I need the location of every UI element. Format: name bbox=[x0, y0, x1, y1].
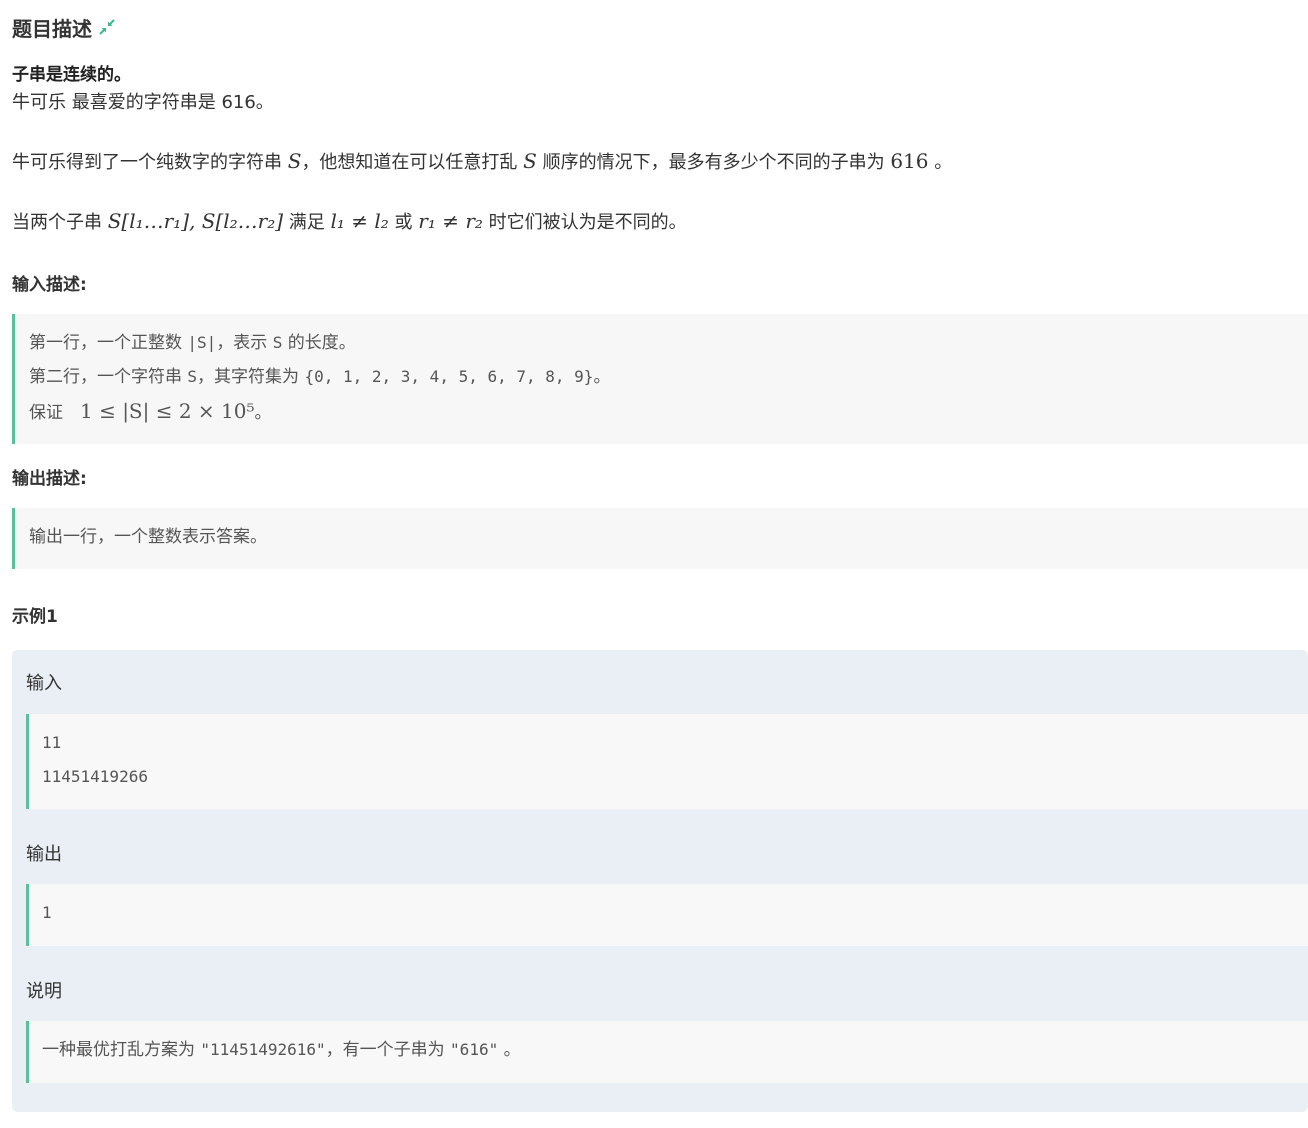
example-output-label: 输出 bbox=[26, 844, 62, 865]
math-l-neq: l₁ ≠ l₂ bbox=[330, 209, 389, 233]
page-title: 题目描述 bbox=[12, 16, 92, 41]
output-description-block: 输出一行，一个整数表示答案。 bbox=[12, 508, 1308, 569]
input-line2-post: 。 bbox=[593, 367, 611, 387]
desc-line-2: 牛可乐得到了一个纯数字的字符串 S，他想知道在可以任意打乱 S 顺序的情况下，最… bbox=[12, 148, 952, 174]
input-line-1: 第一行，一个正整数 |S|，表示 S 的长度。 bbox=[29, 326, 1308, 360]
example-input-line: 11 bbox=[42, 733, 62, 752]
input-line1-mid: ，表示 bbox=[216, 333, 273, 353]
example-output-code[interactable]: 1 bbox=[26, 884, 1308, 946]
explain-code-arrangement: "11451492616" bbox=[200, 1040, 326, 1059]
collapse-arrows-icon[interactable] bbox=[98, 18, 116, 36]
input-line2-charset: {0, 1, 2, 3, 4, 5, 6, 7, 8, 9} bbox=[304, 367, 594, 386]
input-line1-post: 的长度。 bbox=[282, 333, 356, 353]
math-r-neq: r₁ ≠ r₂ bbox=[418, 209, 483, 233]
explain-pre: 一种最优打乱方案为 bbox=[42, 1040, 201, 1060]
example-input-code[interactable]: 11 11451419266 bbox=[26, 714, 1308, 809]
input-line-3: 保证 1 ≤ |S| ≤ 2 × 10⁵。 bbox=[29, 394, 1308, 428]
example-explain-label: 说明 bbox=[26, 981, 62, 1002]
input-line1-pre: 第一行，一个正整数 bbox=[29, 333, 188, 353]
math-var-s-2: S bbox=[523, 149, 537, 173]
desc-line2-pre: 牛可乐得到了一个纯数字的字符串 bbox=[12, 152, 288, 173]
example-input-line: 11451419266 bbox=[42, 767, 148, 786]
output-line-1: 输出一行，一个整数表示答案。 bbox=[29, 527, 267, 547]
input-line2-pre: 第二行，一个字符串 bbox=[29, 367, 188, 387]
example-heading: 示例1 bbox=[12, 607, 58, 627]
example-output-line: 1 bbox=[42, 903, 52, 922]
desc-line3-mid1: 满足 bbox=[283, 212, 331, 233]
input-line3-post: 。 bbox=[254, 403, 272, 423]
desc-line3-pre: 当两个子串 bbox=[12, 212, 108, 233]
input-heading: 输入描述: bbox=[12, 275, 87, 295]
example-explanation-line: 一种最优打乱方案为 "11451492616"，有一个子串为 "616" 。 bbox=[42, 1033, 1308, 1067]
input-line1-code-length: |S| bbox=[187, 333, 217, 352]
output-heading: 输出描述: bbox=[12, 469, 87, 489]
desc-line-3: 当两个子串 S[l₁…r₁], S[l₂…r₂] 满足 l₁ ≠ l₂ 或 r₁… bbox=[12, 208, 687, 234]
input-line-2: 第二行，一个字符串 S，其字符集为 {0, 1, 2, 3, 4, 5, 6, … bbox=[29, 360, 1308, 394]
note-substring-continuous: 子串是连续的。 bbox=[12, 65, 131, 85]
math-num-616: 616 bbox=[890, 149, 929, 173]
desc-line2-end: 。 bbox=[928, 152, 953, 173]
desc-line-1: 牛可乐 最喜爱的字符串是 616。 bbox=[12, 92, 274, 113]
input-line1-code-s: S bbox=[272, 333, 283, 352]
example-explanation: 一种最优打乱方案为 "11451492616"，有一个子串为 "616" 。 bbox=[26, 1021, 1308, 1083]
input-description-block: 第一行，一个正整数 |S|，表示 S 的长度。 第二行，一个字符串 S，其字符集… bbox=[12, 314, 1308, 444]
title-row: 题目描述 bbox=[12, 12, 116, 42]
explain-mid: ，有一个子串为 bbox=[325, 1040, 451, 1060]
math-substrings: S[l₁…r₁], S[l₂…r₂] bbox=[107, 209, 284, 233]
example-input-label: 输入 bbox=[26, 673, 62, 694]
explain-code-616: "616" bbox=[450, 1040, 499, 1059]
desc-line2-mid: ，他想知道在可以任意打乱 bbox=[301, 152, 524, 173]
input-constraint-math: 1 ≤ |S| ≤ 2 × 10⁵ bbox=[80, 399, 255, 423]
desc-line3-post: 时它们被认为是不同的。 bbox=[482, 212, 687, 233]
desc-line3-mid2: 或 bbox=[388, 212, 419, 233]
desc-line2-post: 顺序的情况下，最多有多少个不同的子串为 bbox=[536, 152, 891, 173]
math-var-s: S bbox=[287, 149, 302, 173]
input-line2-mid: ，其字符集为 bbox=[197, 367, 305, 387]
explain-post: 。 bbox=[498, 1040, 521, 1060]
input-line2-code-s: S bbox=[187, 367, 198, 386]
input-line3-pre: 保证 bbox=[29, 403, 80, 423]
example-box: 输入 11 11451419266 输出 1 说明 一种最优打乱方案为 "114… bbox=[12, 650, 1308, 1112]
